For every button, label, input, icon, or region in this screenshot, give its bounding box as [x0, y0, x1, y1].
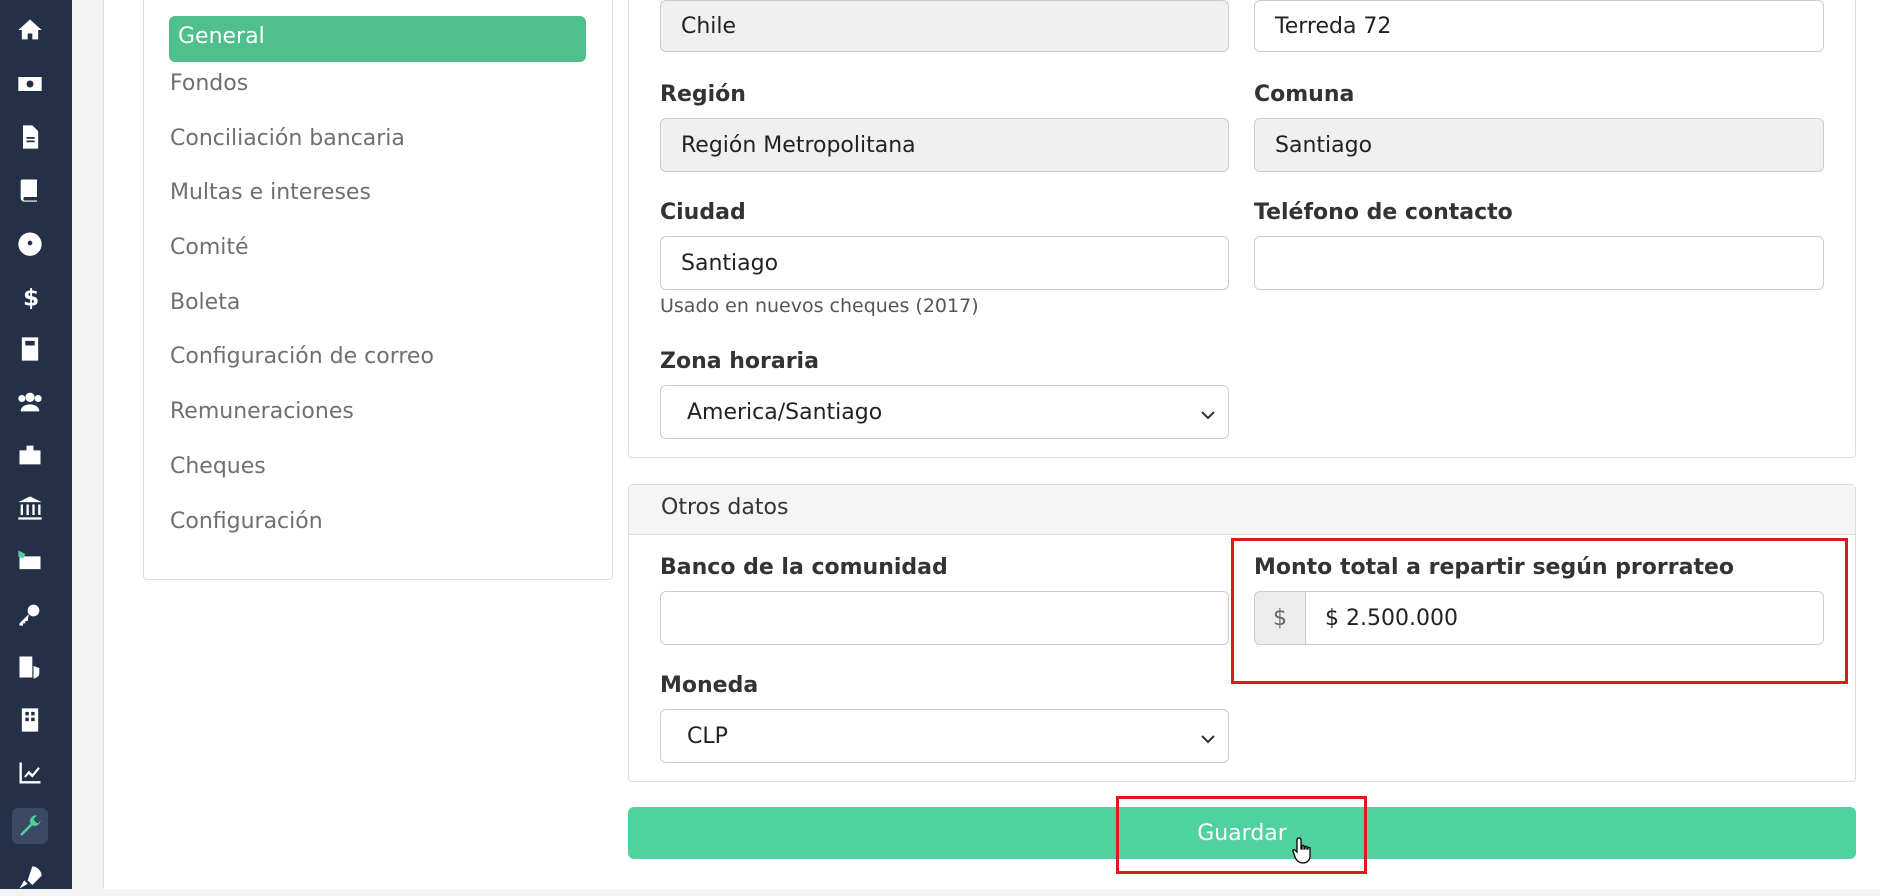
- building-icon[interactable]: [12, 702, 48, 738]
- country-field[interactable]: Chile: [660, 0, 1229, 52]
- bank-icon[interactable]: [12, 490, 48, 526]
- money-icon[interactable]: [12, 66, 48, 102]
- chevron-down-icon: [1200, 404, 1216, 420]
- payments-icon[interactable]: [12, 543, 48, 579]
- dollar-icon[interactable]: $: [12, 278, 48, 314]
- key-icon[interactable]: [12, 596, 48, 632]
- hand-cursor-icon: [1292, 837, 1311, 864]
- briefcase-icon[interactable]: [12, 437, 48, 473]
- building-shield-icon[interactable]: [12, 649, 48, 685]
- dashboard-icon[interactable]: [12, 225, 48, 261]
- phone-field[interactable]: [1254, 236, 1824, 290]
- region-label: Región: [660, 82, 746, 107]
- home-icon[interactable]: [12, 12, 48, 48]
- save-button-highlight: [1116, 796, 1367, 874]
- menu-item-conciliacion[interactable]: Conciliación bancaria: [170, 126, 405, 151]
- comuna-field[interactable]: Santiago: [1254, 118, 1824, 172]
- calculator-icon[interactable]: [12, 331, 48, 367]
- menu-item-correo[interactable]: Configuración de correo: [170, 344, 434, 369]
- address-field[interactable]: Terreda 72: [1254, 0, 1824, 52]
- chevron-down-icon: [1200, 728, 1216, 744]
- settings-menu: General Fondos Conciliación bancaria Mul…: [143, 0, 613, 580]
- currency-select-value: CLP: [687, 723, 728, 749]
- document-icon[interactable]: [12, 119, 48, 155]
- menu-item-multas[interactable]: Multas e intereses: [170, 180, 371, 205]
- menu-item-boleta[interactable]: Boleta: [170, 290, 240, 315]
- svg-text:$: $: [23, 283, 39, 310]
- chart-line-icon[interactable]: [12, 755, 48, 791]
- rocket-icon[interactable]: [12, 860, 48, 896]
- nav-rail: $: [0, 0, 72, 889]
- phone-label: Teléfono de contacto: [1254, 200, 1513, 225]
- timezone-select-value: America/Santiago: [687, 399, 883, 425]
- currency-label: Moneda: [660, 673, 759, 698]
- other-data-header: Otros datos: [629, 485, 1855, 535]
- city-help-text: Usado en nuevos cheques (2017): [660, 295, 979, 317]
- users-icon[interactable]: [12, 384, 48, 420]
- region-field[interactable]: Región Metropolitana: [660, 118, 1229, 172]
- menu-item-general[interactable]: General: [169, 16, 586, 62]
- total-amount-highlight: [1231, 538, 1848, 684]
- bank-field[interactable]: [660, 591, 1229, 645]
- content-gutter: [72, 0, 104, 889]
- menu-item-comite[interactable]: Comité: [170, 235, 249, 260]
- currency-select[interactable]: CLP: [660, 709, 1229, 763]
- timezone-select[interactable]: America/Santiago: [660, 385, 1229, 439]
- bank-label: Banco de la comunidad: [660, 555, 948, 580]
- city-field[interactable]: Santiago: [660, 236, 1229, 290]
- menu-item-fondos[interactable]: Fondos: [170, 71, 248, 96]
- menu-item-remuneraciones[interactable]: Remuneraciones: [170, 399, 354, 424]
- book-icon[interactable]: [12, 172, 48, 208]
- timezone-label: Zona horaria: [660, 349, 819, 374]
- city-label: Ciudad: [660, 200, 746, 225]
- wrench-icon[interactable]: [12, 808, 48, 844]
- menu-item-configuracion[interactable]: Configuración: [170, 509, 323, 534]
- menu-item-cheques[interactable]: Cheques: [170, 454, 266, 479]
- comuna-label: Comuna: [1254, 82, 1355, 107]
